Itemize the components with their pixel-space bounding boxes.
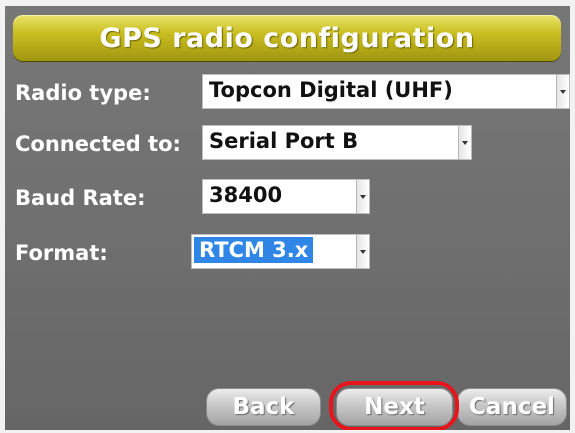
page-title: GPS radio configuration <box>13 15 561 61</box>
connected-to-dropdown[interactable]: Serial Port B <box>202 125 472 160</box>
chevron-down-icon[interactable] <box>356 180 369 213</box>
connected-to-label: Connected to: <box>15 132 181 156</box>
chevron-down-icon[interactable] <box>458 126 471 159</box>
radio-type-label: Radio type: <box>15 81 151 105</box>
radio-type-dropdown[interactable]: Topcon Digital (UHF) <box>202 74 570 109</box>
baud-rate-dropdown[interactable]: 38400 <box>202 179 370 214</box>
chevron-down-icon[interactable] <box>356 235 369 268</box>
cancel-button[interactable]: Cancel <box>457 388 567 426</box>
radio-type-value: Topcon Digital (UHF) <box>209 78 453 102</box>
next-button-highlight-annotation <box>329 381 459 430</box>
baud-rate-value: 38400 <box>209 183 283 207</box>
chevron-down-icon[interactable] <box>556 75 569 108</box>
format-label: Format: <box>15 241 108 265</box>
format-value: RTCM 3.x <box>194 237 314 263</box>
connected-to-value: Serial Port B <box>209 129 359 153</box>
baud-rate-label: Baud Rate: <box>15 186 146 210</box>
format-dropdown[interactable]: RTCM 3.x <box>191 234 370 269</box>
gps-radio-config-screen: GPS radio configuration Radio type: Topc… <box>5 6 570 430</box>
back-button[interactable]: Back <box>206 388 321 426</box>
